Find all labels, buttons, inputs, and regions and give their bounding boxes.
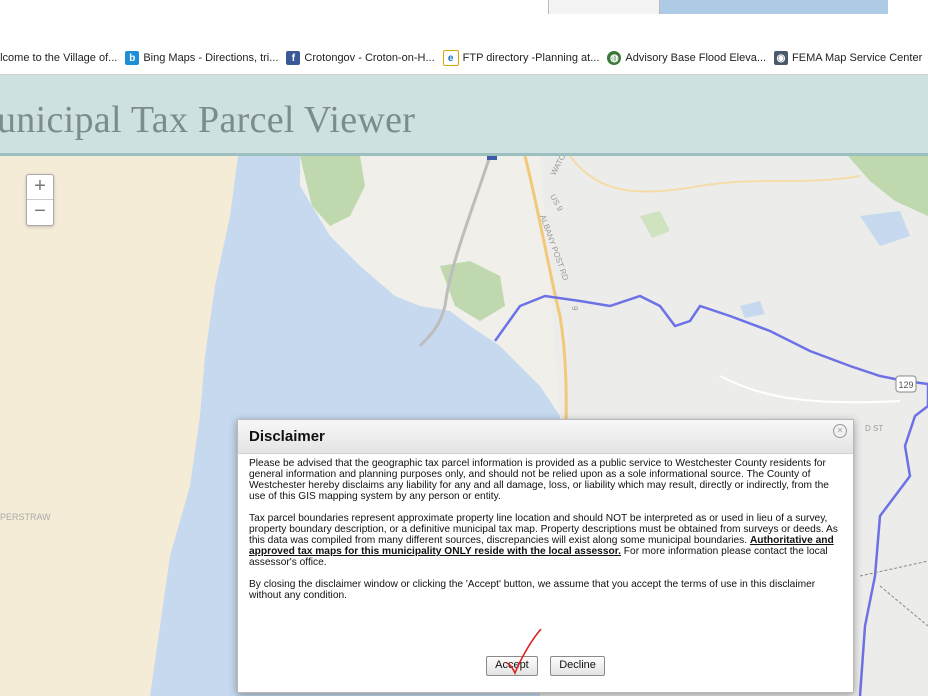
road-9a-label: 9 bbox=[570, 306, 579, 311]
disclaimer-paragraph-2: Tax parcel boundaries represent approxim… bbox=[249, 513, 841, 568]
fema-icon: ◉ bbox=[774, 51, 789, 65]
zoom-in-button[interactable]: + bbox=[27, 175, 53, 200]
bookmark-crotongov[interactable]: f Crotongov - Croton-on-H... bbox=[286, 51, 435, 65]
zoom-control: + − bbox=[26, 174, 54, 226]
bookmark-label: Advisory Base Flood Eleva... bbox=[625, 52, 767, 64]
disclaimer-paragraph-1: Please be advised that the geographic ta… bbox=[249, 458, 829, 502]
bookmark-label: FTP directory -Planning at... bbox=[462, 52, 600, 64]
dialog-body: Please be advised that the geographic ta… bbox=[238, 454, 853, 601]
browser-tab-strip bbox=[0, 0, 928, 14]
globe-icon: ◍ bbox=[607, 51, 622, 65]
bookmark-label: Crotongov - Croton-on-H... bbox=[304, 52, 435, 64]
app-title: unicipal Tax Parcel Viewer bbox=[0, 99, 416, 141]
bookmark-fema[interactable]: ◉ FEMA Map Service Center bbox=[774, 51, 922, 65]
ie-page-icon: e bbox=[442, 50, 459, 66]
bookmark-label: elcome to the Village of... bbox=[0, 52, 118, 64]
bookmark-bing-maps[interactable]: b Bing Maps - Directions, tri... bbox=[125, 51, 278, 65]
facebook-icon: f bbox=[286, 51, 301, 65]
dialog-buttons: Accept Decline bbox=[238, 655, 853, 676]
red-checkmark-annotation bbox=[506, 628, 542, 675]
decline-button[interactable]: Decline bbox=[550, 656, 605, 676]
bing-icon: b bbox=[125, 51, 140, 65]
browser-tab-active[interactable] bbox=[660, 0, 888, 14]
bookmark-label: Bing Maps - Directions, tri... bbox=[143, 52, 279, 64]
disclaimer-paragraph-3: By closing the disclaimer window or clic… bbox=[249, 579, 816, 601]
street-label: D ST bbox=[865, 424, 883, 433]
bookmark-advisory[interactable]: ◍ Advisory Base Flood Eleva... bbox=[607, 51, 766, 65]
app-header: unicipal Tax Parcel Viewer bbox=[0, 75, 928, 156]
browser-tab[interactable] bbox=[548, 0, 660, 14]
bookmark-village[interactable]: elcome to the Village of... bbox=[0, 52, 117, 64]
zoom-out-button[interactable]: − bbox=[27, 200, 53, 224]
bookmark-label: FEMA Map Service Center bbox=[792, 52, 923, 64]
bookmark-ftp[interactable]: e FTP directory -Planning at... bbox=[442, 50, 600, 66]
dialog-title: Disclaimer bbox=[249, 428, 325, 445]
place-label: PERSTRAW bbox=[0, 512, 51, 522]
bookmarks-bar: elcome to the Village of... b Bing Maps -… bbox=[0, 42, 928, 75]
route-129-label: 129 bbox=[898, 380, 913, 390]
dialog-titlebar: Disclaimer × bbox=[238, 420, 853, 454]
disclaimer-dialog: Disclaimer × Please be advised that the … bbox=[237, 419, 854, 693]
browser-toolbar bbox=[0, 14, 928, 43]
close-icon[interactable]: × bbox=[833, 424, 847, 438]
